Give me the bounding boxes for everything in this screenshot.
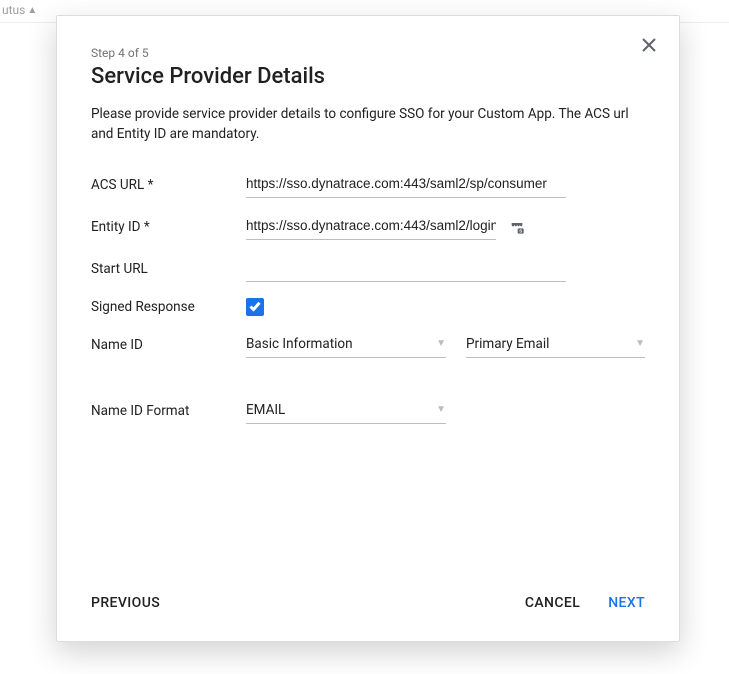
modal-footer: PREVIOUS CANCEL NEXT: [91, 575, 645, 617]
signed-response-checkbox[interactable]: [246, 298, 264, 316]
name-id-primary-select[interactable]: Basic Information ▼: [246, 332, 446, 358]
acs-url-input[interactable]: [246, 172, 566, 198]
page-title: Service Provider Details: [91, 64, 645, 89]
previous-button[interactable]: PREVIOUS: [91, 589, 160, 617]
entity-id-label: Entity ID *: [91, 219, 246, 235]
spacer: [91, 374, 645, 398]
field-acs-url: ACS URL *: [91, 172, 645, 198]
store-badge-icon: S: [508, 218, 526, 236]
name-id-format-value: EMAIL: [246, 402, 285, 418]
name-id-label: Name ID: [91, 337, 246, 353]
caret-up-icon: ▲: [27, 5, 37, 16]
config-form: ACS URL * Entity ID * S Start: [91, 172, 645, 575]
background-tab-text: utus: [2, 3, 25, 17]
field-signed-response: Signed Response: [91, 298, 645, 316]
start-url-input[interactable]: [246, 256, 566, 282]
checkmark-icon: [248, 298, 262, 317]
background-tab: utus ▲: [0, 0, 37, 20]
field-start-url: Start URL: [91, 256, 645, 282]
start-url-label: Start URL: [91, 261, 246, 277]
field-name-id-format: Name ID Format EMAIL ▼: [91, 398, 645, 424]
step-indicator: Step 4 of 5: [91, 46, 645, 60]
acs-url-label: ACS URL *: [91, 177, 246, 193]
svg-text:S: S: [519, 229, 522, 234]
name-id-format-label: Name ID Format: [91, 403, 246, 419]
name-id-secondary-value: Primary Email: [466, 336, 549, 352]
service-provider-details-modal: Step 4 of 5 Service Provider Details Ple…: [56, 15, 680, 642]
cancel-button[interactable]: CANCEL: [525, 589, 580, 617]
field-entity-id: Entity ID * S: [91, 214, 645, 240]
chevron-down-icon: ▼: [436, 338, 446, 349]
chevron-down-icon: ▼: [635, 338, 645, 349]
name-id-secondary-select[interactable]: Primary Email ▼: [466, 332, 645, 358]
close-icon: [642, 37, 656, 56]
name-id-format-select[interactable]: EMAIL ▼: [246, 398, 446, 424]
entity-id-input[interactable]: [246, 214, 496, 240]
signed-response-label: Signed Response: [91, 299, 246, 315]
chevron-down-icon: ▼: [436, 404, 446, 415]
next-button[interactable]: NEXT: [608, 589, 645, 617]
name-id-primary-value: Basic Information: [246, 336, 353, 352]
page-description: Please provide service provider details …: [91, 105, 645, 144]
close-button[interactable]: [639, 36, 659, 56]
field-name-id: Name ID Basic Information ▼ Primary Emai…: [91, 332, 645, 358]
